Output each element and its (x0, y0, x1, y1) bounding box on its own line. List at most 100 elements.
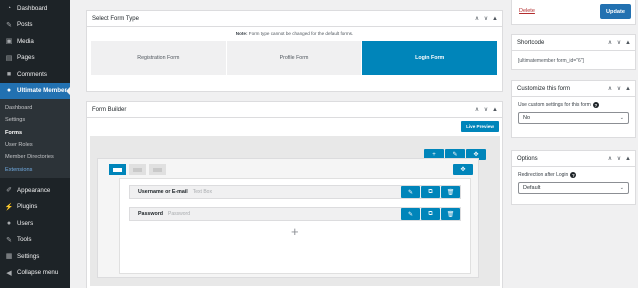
move-down-icon[interactable]: ∨ (483, 106, 489, 114)
sidebar-item-label: Ultimate Member (17, 87, 67, 95)
move-up-icon[interactable]: ∧ (607, 85, 613, 93)
submenu-item-forms[interactable]: Forms (0, 127, 70, 139)
field-label: Username or E-mail (138, 189, 188, 195)
custom-settings-label: Use custom settings for this form ? (518, 102, 599, 108)
duplicate-field-button[interactable]: ⧉ (421, 208, 440, 220)
column-layout-icon (153, 167, 162, 172)
panel-title: Customize this form (517, 85, 571, 92)
sidebar-item-appearance[interactable]: ✐ Appearance (0, 182, 70, 199)
field-row-username-or-e-mail[interactable]: Username or E-mail Text Box ✎ ⧉ 🗑 (129, 185, 461, 199)
sidebar-item-label: Appearance (17, 186, 51, 194)
shortcode-value[interactable]: [ultimatemember form_id="6"] (518, 58, 629, 64)
sidebar-item-dashboard[interactable]: ◔ Dashboard (0, 0, 70, 17)
sidebar-item-label: Dashboard (17, 4, 48, 12)
move-up-icon[interactable]: ∧ (474, 15, 480, 23)
panel-header: Options ∧ ∨ ▲ (512, 151, 635, 167)
submenu-item-settings[interactable]: Settings (0, 114, 70, 126)
column-layout-icon (133, 167, 142, 172)
ultimate-member-submenu: Dashboard Settings Forms User Roles Member D… (0, 99, 70, 178)
settings-icon: ▦ (5, 253, 13, 261)
chevron-down-icon: ⌄ (619, 185, 624, 191)
collapse-icon: ◀ (6, 269, 12, 277)
move-down-icon[interactable]: ∨ (616, 85, 622, 93)
trash-icon: 🗑 (446, 211, 455, 218)
sidebar-item-label: Media (17, 37, 34, 45)
help-icon[interactable]: ? (592, 102, 599, 108)
add-field-button[interactable]: + (291, 225, 299, 238)
sidebar-item-label: Pages (17, 54, 35, 62)
submenu-item-member-directories[interactable]: Member Directories (0, 151, 70, 163)
live-preview-button[interactable]: Live Preview (461, 121, 499, 132)
builder-row: ✥ + Username or E-mail Text Box ✎ ⧉ 🗑 Passwor… (97, 158, 479, 278)
sidebar-item-label: Posts (17, 21, 33, 29)
delete-field-button[interactable]: 🗑 (441, 186, 460, 198)
wrench-icon: ✎ (6, 236, 12, 244)
sidebar-item-posts[interactable]: ✎ Posts (0, 17, 70, 34)
panel-header: Form Builder ∧ ∨ ▲ (87, 102, 502, 118)
submenu-item-extensions[interactable]: Extensions (0, 163, 70, 175)
edit-field-button[interactable]: ✎ (401, 186, 420, 198)
field-type: Text Box (192, 189, 212, 195)
form-type-tab-login-form[interactable]: Login Form (362, 41, 499, 75)
plugin-icon: ⚡ (4, 203, 14, 211)
delete-link[interactable]: Delete (519, 8, 535, 14)
toggle-panel-icon[interactable]: ▲ (492, 106, 498, 114)
help-icon[interactable]: ? (570, 172, 577, 178)
toggle-panel-icon[interactable]: ▲ (625, 85, 631, 93)
panel-title: Select Form Type (92, 15, 139, 22)
comment-icon: ■ (6, 70, 12, 78)
submenu-item-dashboard[interactable]: Dashboard (0, 102, 70, 114)
sidebar-item-ultimate-member[interactable]: ● Ultimate Member (0, 82, 70, 99)
move-up-icon[interactable]: ∧ (607, 39, 613, 47)
move-down-icon[interactable]: ∨ (483, 15, 489, 23)
custom-settings-select[interactable]: No ⌄ (518, 112, 629, 124)
builder-column: + Username or E-mail Text Box ✎ ⧉ 🗑 Password P… (119, 178, 471, 274)
move-up-icon[interactable]: ∧ (607, 155, 613, 163)
form-builder-panel: Form Builder ∧ ∨ ▲ Live Preview + ✎ ✥ ✥ … (86, 101, 503, 288)
delete-field-button[interactable]: 🗑 (441, 208, 460, 220)
sidebar-item-comments[interactable]: ■ Comments (0, 66, 70, 83)
options-panel: Options ∧ ∨ ▲ Redirection after Login ? … (511, 150, 636, 205)
sidebar-item-label: Comments (17, 70, 47, 78)
sidebar-item-pages[interactable]: ▤ Pages (0, 50, 70, 67)
sidebar-item-settings[interactable]: ▦ Settings (0, 248, 70, 265)
move-down-icon[interactable]: ∨ (616, 39, 622, 47)
move-section-button[interactable]: ✥ (453, 164, 473, 175)
update-button[interactable]: Update (600, 4, 631, 19)
move-up-icon[interactable]: ∧ (474, 106, 480, 114)
panel-title: Shortcode (517, 39, 545, 46)
form-type-tab-profile-form[interactable]: Profile Form (226, 41, 363, 75)
sidebar-item-plugins[interactable]: ⚡ Plugins (0, 198, 70, 215)
duplicate-field-button[interactable]: ⧉ (421, 186, 440, 198)
field-type: Password (168, 211, 190, 217)
select-form-type-panel: Select Form Type ∧ ∨ ▲ Note: Form type c… (86, 10, 503, 92)
edit-icon: ✎ (407, 211, 414, 218)
user-icon: ● (6, 87, 12, 95)
sidebar-item-tools[interactable]: ✎ Tools (0, 231, 70, 248)
three-column-tab[interactable] (149, 164, 166, 175)
page-icon: ▤ (5, 54, 13, 62)
pin-icon: ✎ (6, 21, 12, 29)
sidebar-item-users[interactable]: ● Users (0, 215, 70, 232)
field-row-password[interactable]: Password Password ✎ ⧉ 🗑 (129, 207, 461, 221)
sidebar-item-collapse-menu[interactable]: ◀ Collapse menu (0, 264, 70, 281)
toggle-panel-icon[interactable]: ▲ (492, 15, 498, 23)
move-icon: ✥ (473, 152, 479, 158)
panel-header: Select Form Type ∧ ∨ ▲ (87, 11, 502, 27)
move-down-icon[interactable]: ∨ (616, 155, 622, 163)
sidebar-item-label: Tools (17, 236, 32, 244)
one-column-tab[interactable] (109, 164, 126, 175)
toggle-panel-icon[interactable]: ▲ (625, 155, 631, 163)
toggle-panel-icon[interactable]: ▲ (625, 39, 631, 47)
edit-field-button[interactable]: ✎ (401, 208, 420, 220)
trash-icon: 🗑 (446, 189, 455, 196)
submenu-item-user-roles[interactable]: User Roles (0, 139, 70, 151)
sidebar-item-label: Settings (17, 252, 40, 260)
form-type-tabs: Registration Form Profile Form Login Form (91, 41, 499, 75)
sidebar-item-media[interactable]: ▣ Media (0, 33, 70, 50)
redirection-select[interactable]: Default ⌄ (518, 182, 629, 194)
two-column-tab[interactable] (129, 164, 146, 175)
brush-icon: ✐ (6, 187, 12, 195)
form-type-tab-registration-form[interactable]: Registration Form (91, 41, 227, 75)
panel-title: Form Builder (92, 106, 127, 113)
